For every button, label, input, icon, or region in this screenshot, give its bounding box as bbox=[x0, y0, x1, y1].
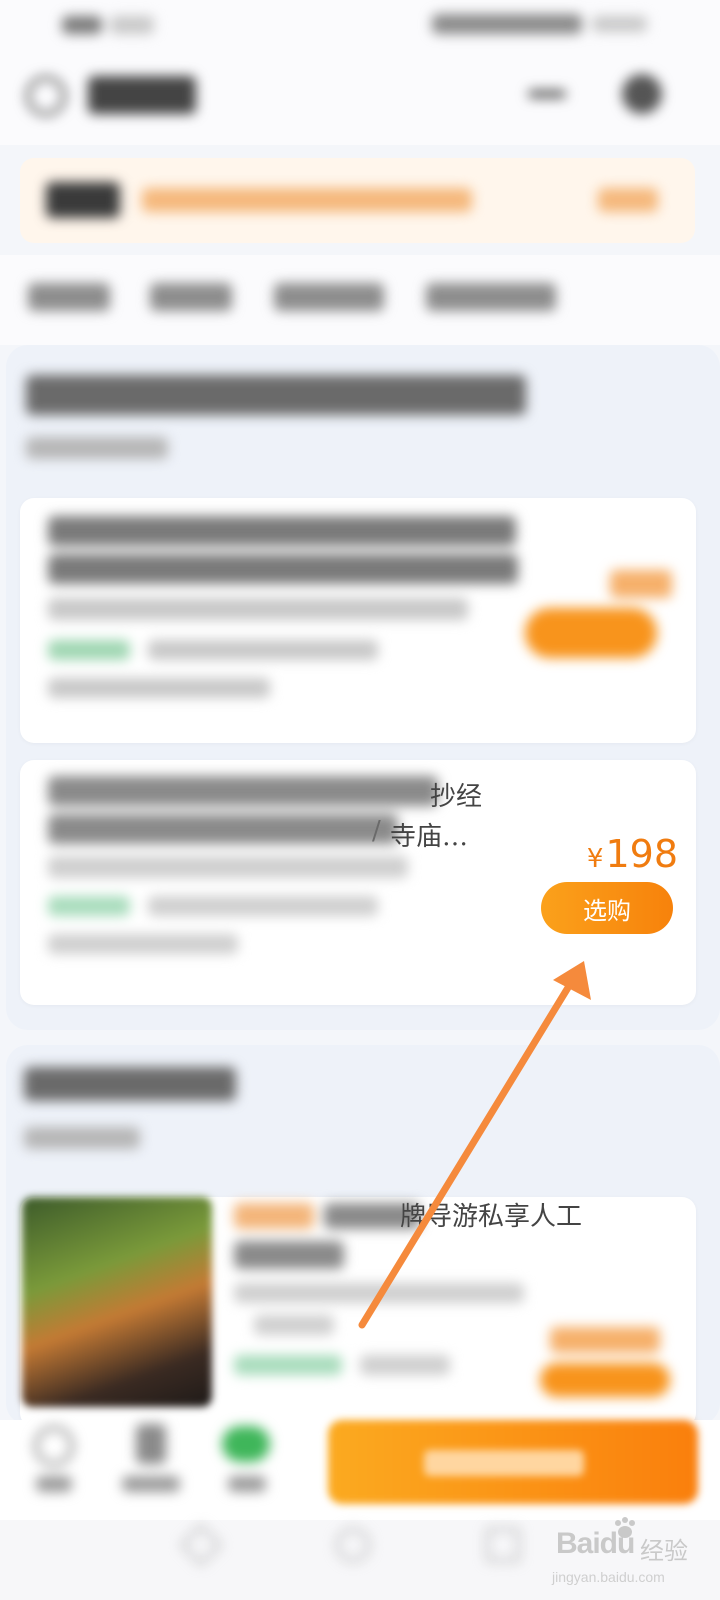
watermark-url: jingyan.baidu.com bbox=[552, 1569, 665, 1585]
section-2-subtitle bbox=[24, 1127, 140, 1149]
product-card-1[interactable] bbox=[20, 498, 696, 743]
buy-button[interactable]: 选购 bbox=[541, 882, 673, 934]
checkout-cta-button[interactable] bbox=[328, 1420, 698, 1504]
watermark-logo: Baidu bbox=[556, 1527, 635, 1560]
status-bar bbox=[0, 0, 720, 50]
edit-icon[interactable] bbox=[136, 1424, 166, 1464]
back-icon[interactable] bbox=[26, 76, 66, 116]
wechat-icon[interactable] bbox=[222, 1426, 270, 1462]
home-nav-icon[interactable] bbox=[336, 1528, 370, 1562]
promo-banner[interactable] bbox=[20, 158, 695, 243]
product-card-2-title-fragment: 抄经 bbox=[430, 782, 483, 812]
product-card-2-title-fragment-2: 寺庙… bbox=[390, 822, 469, 852]
watermark: Baidu 经验 jingyan.baidu.com bbox=[548, 1517, 718, 1597]
section-2-title bbox=[24, 1067, 236, 1101]
product-card-2-price: ¥ 198 bbox=[578, 832, 678, 878]
section-subtitle bbox=[26, 437, 168, 459]
back-nav-icon[interactable] bbox=[179, 1523, 223, 1567]
product-thumbnail[interactable] bbox=[22, 1197, 212, 1407]
tab-1[interactable] bbox=[28, 283, 110, 311]
recent-nav-icon[interactable] bbox=[486, 1528, 520, 1562]
product-card-3-title-fragment: 牌导游私享人工 bbox=[400, 1202, 583, 1232]
tab-2[interactable] bbox=[150, 283, 232, 311]
tab-3[interactable] bbox=[274, 283, 384, 311]
page-title bbox=[88, 76, 196, 114]
filter-tabs bbox=[0, 255, 720, 345]
watermark-logo-suffix: 经验 bbox=[640, 1537, 688, 1565]
section-title bbox=[26, 375, 526, 415]
menu-icon[interactable] bbox=[622, 74, 662, 114]
price-value: 198 bbox=[605, 832, 678, 876]
share-icon[interactable] bbox=[528, 90, 566, 98]
app-header bbox=[0, 50, 720, 145]
product-card-2-slash: / bbox=[372, 816, 381, 846]
currency-symbol: ¥ bbox=[586, 844, 604, 874]
tab-4[interactable] bbox=[426, 283, 556, 311]
service-icon[interactable] bbox=[34, 1426, 74, 1466]
